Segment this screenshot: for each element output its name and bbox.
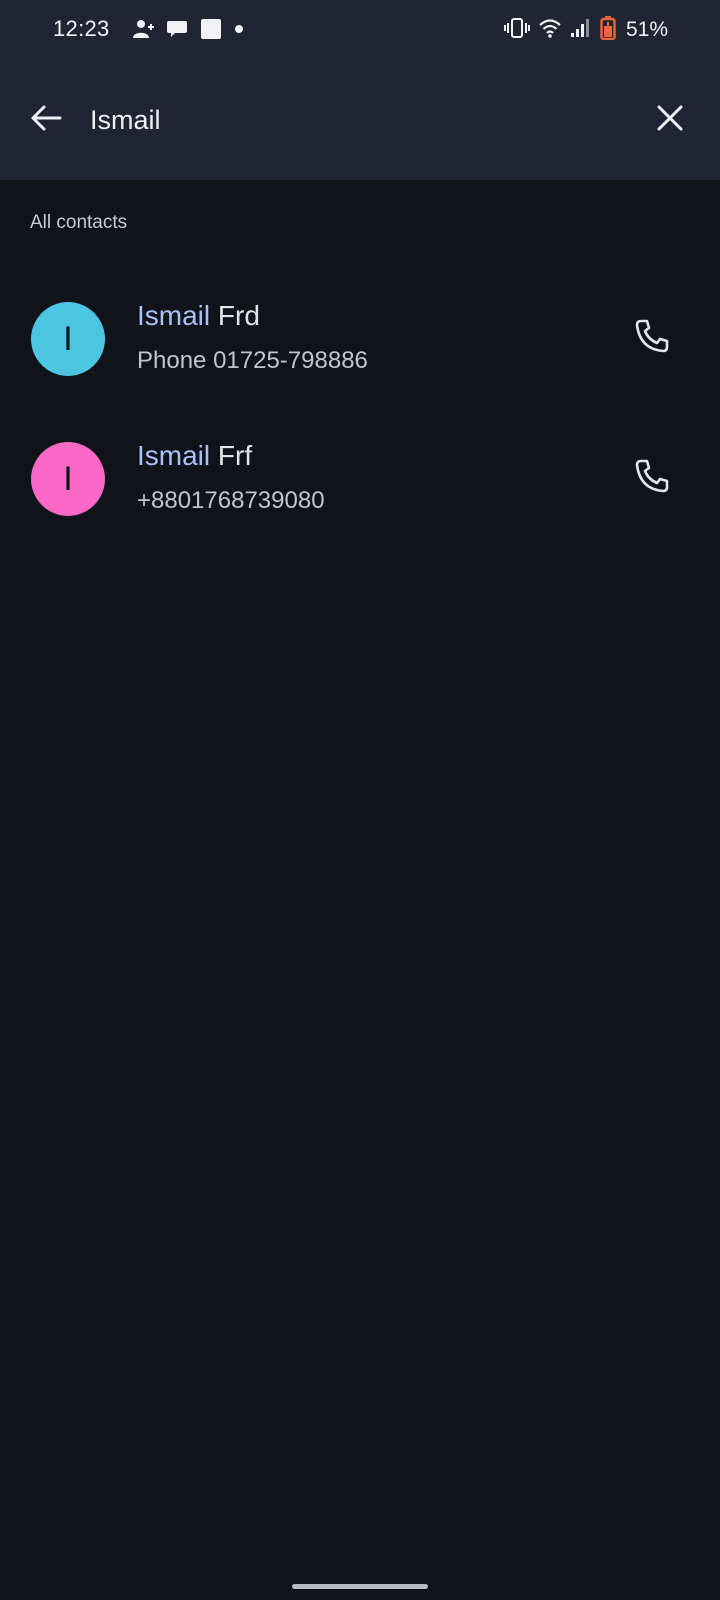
contact-name-match: Ismail [137,440,211,471]
avatar-initial: I [63,319,73,358]
chat-bubble-icon [166,18,188,45]
back-button[interactable] [26,100,66,140]
avatar-initial: I [63,459,73,498]
contact-row[interactable]: I Ismail Frf +8801768739080 [0,410,720,550]
call-button[interactable] [628,314,676,362]
status-time: 12:23 [53,16,110,41]
contact-phone: +8801768739080 [137,487,325,514]
close-icon [655,103,685,138]
phone-icon [634,318,670,359]
contact-name: Ismail Frf [137,440,252,472]
square-icon [200,18,222,45]
contacts-search-screen: 12:23 51% Ismail All contacts I Ismail F… [0,0,720,1600]
notification-icons [132,18,244,45]
wifi-icon [538,17,562,44]
contact-row[interactable]: I Ismail Frd Phone 01725-798886 [0,270,720,410]
contact-list: I Ismail Frd Phone 01725-798886 I Ismail… [0,270,720,550]
signal-icon [570,17,592,44]
search-bar [0,84,720,156]
status-bar: 12:23 51% [0,0,720,62]
search-input[interactable] [90,98,610,142]
avatar[interactable]: I [31,302,105,376]
system-status-icons: 51% [503,15,668,45]
vibrate-icon [503,17,530,44]
contact-name: Ismail Frd [137,300,260,332]
call-button[interactable] [628,454,676,502]
contact-name-rest: Frd [210,300,260,331]
gesture-nav-handle[interactable] [292,1584,428,1589]
contact-name-rest: Frf [210,440,253,471]
phone-icon [634,458,670,499]
person-add-icon [132,18,154,45]
section-header-all-contacts: All contacts [30,212,128,233]
battery-saver-icon [600,15,616,45]
contact-phone: Phone 01725-798886 [137,347,368,374]
arrow-back-icon [29,101,63,140]
contact-name-match: Ismail [137,300,211,331]
avatar[interactable]: I [31,442,105,516]
clear-search-button[interactable] [650,100,690,140]
dot-icon [234,18,244,45]
top-app-bar: 12:23 51% Ismail [0,0,720,180]
battery-percent: 51% [625,18,668,41]
